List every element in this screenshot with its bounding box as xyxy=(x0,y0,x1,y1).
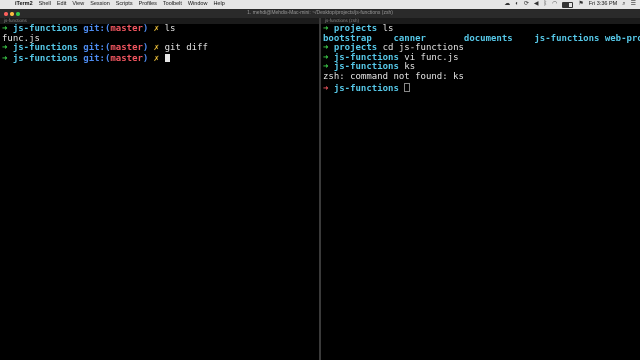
menu-edit[interactable]: Edit xyxy=(54,0,69,9)
volume-icon[interactable]: ◀ xyxy=(534,0,539,9)
menu-iterm2[interactable]: iTerm2 xyxy=(12,0,36,9)
menu-session[interactable]: Session xyxy=(87,0,113,9)
terminal-prompt-line[interactable]: ➜ js-functions xyxy=(323,82,638,93)
minimize-window-button[interactable] xyxy=(10,11,14,16)
menu-help[interactable]: Help xyxy=(210,0,227,9)
menu-extra-icon[interactable]: ◐ xyxy=(515,0,519,9)
error-output: zsh: command not found: ks xyxy=(323,71,464,82)
terminal-line: ➜ js-functions git:(master) ✗ git diff xyxy=(2,43,208,54)
terminal-cursor xyxy=(164,53,170,62)
menu-view[interactable]: View xyxy=(69,0,87,9)
menu-toolbelt[interactable]: Toolbelt xyxy=(160,0,185,9)
ls-entry: documents xyxy=(463,33,513,44)
search-icon[interactable]: ⌕ xyxy=(622,0,625,9)
wifi-icon[interactable]: ◠ xyxy=(552,0,557,9)
flag-icon[interactable]: ⚑ xyxy=(578,0,583,9)
terminal-prompt-line[interactable]: ➜ js-functions git:(master) ✗ xyxy=(2,53,317,64)
zoom-window-button[interactable] xyxy=(16,11,20,16)
ls-entry: web-project xyxy=(604,33,640,44)
terminal-cursor xyxy=(404,82,411,92)
menu-bar: iTerm2 Shell Edit View Session Scripts P… xyxy=(0,0,640,9)
close-window-button[interactable] xyxy=(4,11,8,16)
left-terminal-pane[interactable]: ➜ js-functions git:(master) ✗ ls func.js… xyxy=(0,24,319,360)
menu-clock[interactable]: Fri 3:36 PM xyxy=(589,0,617,9)
right-terminal-pane[interactable]: ➜ projects ls bootstrap canner documents… xyxy=(321,24,640,360)
sync-icon[interactable]: ⟳ xyxy=(524,0,529,9)
bluetooth-icon[interactable]: ᛒ xyxy=(544,0,548,9)
menu-scripts[interactable]: Scripts xyxy=(113,0,136,9)
window-title: 1. mehdi@Mehdis-Mac-mini: ~/Desktop/proj… xyxy=(247,10,393,16)
ls-entry: js-functions xyxy=(534,33,600,44)
battery-icon[interactable] xyxy=(562,1,574,8)
cloud-icon[interactable]: ☁ xyxy=(504,0,510,9)
status-area: ☁ ◐ ⟳ ◀ ᛒ ◠ ⚑ Fri 3:36 PM ⌕ ☰ xyxy=(504,0,640,9)
notification-center-icon[interactable]: ☰ xyxy=(631,0,636,9)
window-title-bar: 1. mehdi@Mehdis-Mac-mini: ~/Desktop/proj… xyxy=(0,9,640,18)
menu-window[interactable]: Window xyxy=(185,0,211,9)
menu-shell[interactable]: Shell xyxy=(36,0,54,9)
terminal-line: ➜ js-functions git:(master) ✗ ls xyxy=(2,24,176,34)
menu-profiles[interactable]: Profiles xyxy=(136,0,160,9)
